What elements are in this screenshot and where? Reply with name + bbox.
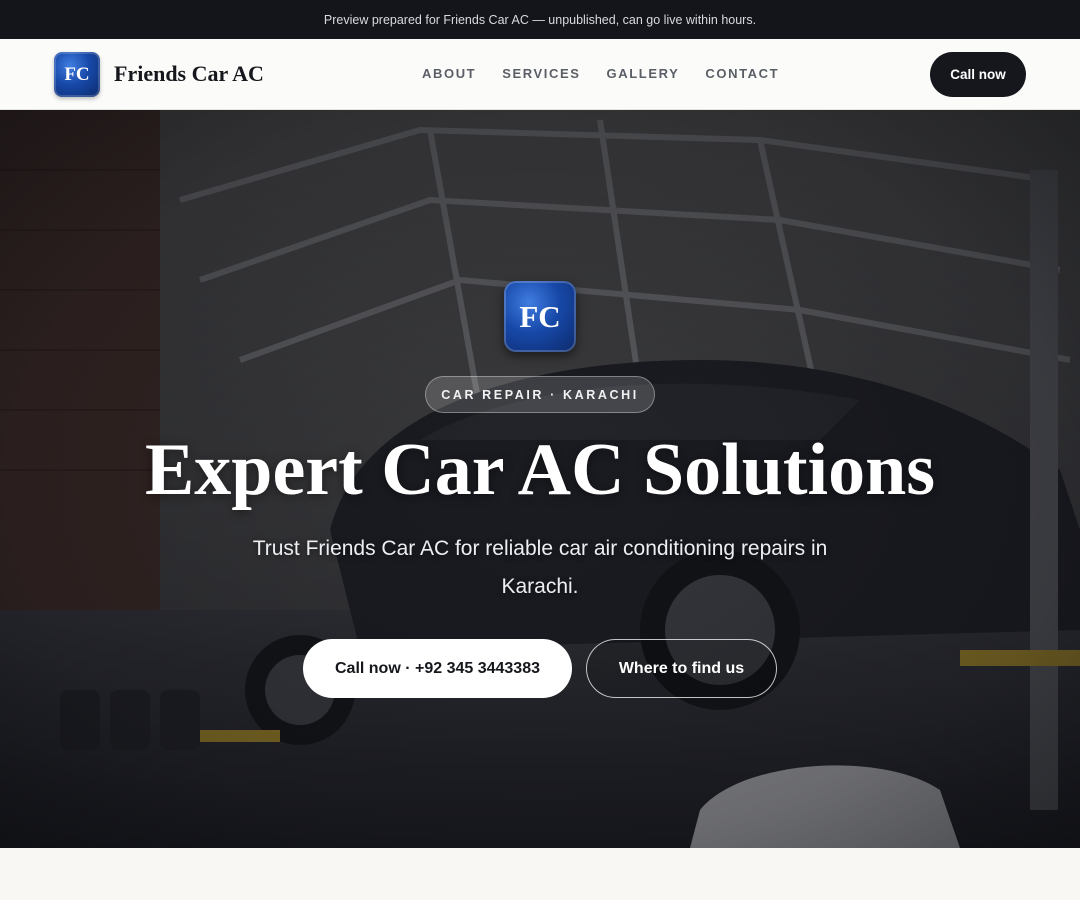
hero-kicker-pill: CAR REPAIR · KARACHI: [425, 376, 655, 413]
hero-logo-initials: FC: [519, 298, 561, 334]
hero-logo-badge: FC: [504, 281, 576, 352]
nav-link-gallery[interactable]: GALLERY: [607, 66, 680, 81]
nav-link-contact[interactable]: CONTACT: [705, 66, 779, 81]
logo-initials: FC: [64, 63, 90, 85]
next-section: [0, 848, 1080, 900]
logo-badge[interactable]: FC: [54, 52, 100, 97]
hero-subheadline: Trust Friends Car AC for reliable car ai…: [252, 537, 828, 598]
find-us-button[interactable]: Where to find us: [586, 639, 777, 698]
nav-link-about[interactable]: ABOUT: [422, 66, 476, 81]
nav-link-services[interactable]: SERVICES: [502, 66, 580, 81]
hero-headline: Expert Car AC Solutions: [144, 429, 936, 511]
site-header: FC Friends Car AC ABOUT SERVICES GALLERY…: [0, 39, 1080, 110]
call-now-button[interactable]: Call now: [930, 52, 1026, 97]
call-phone-button[interactable]: Call now · +92 345 3443383: [303, 639, 572, 698]
nav-links: ABOUT SERVICES GALLERY CONTACT: [422, 66, 779, 81]
preview-banner-text: Preview prepared for Friends Car AC — un…: [323, 12, 757, 27]
preview-banner: Preview prepared for Friends Car AC — un…: [0, 0, 1080, 39]
brand-name[interactable]: Friends Car AC: [114, 61, 264, 87]
hero-section: FC CAR REPAIR · KARACHI Expert Car AC So…: [0, 110, 1080, 848]
